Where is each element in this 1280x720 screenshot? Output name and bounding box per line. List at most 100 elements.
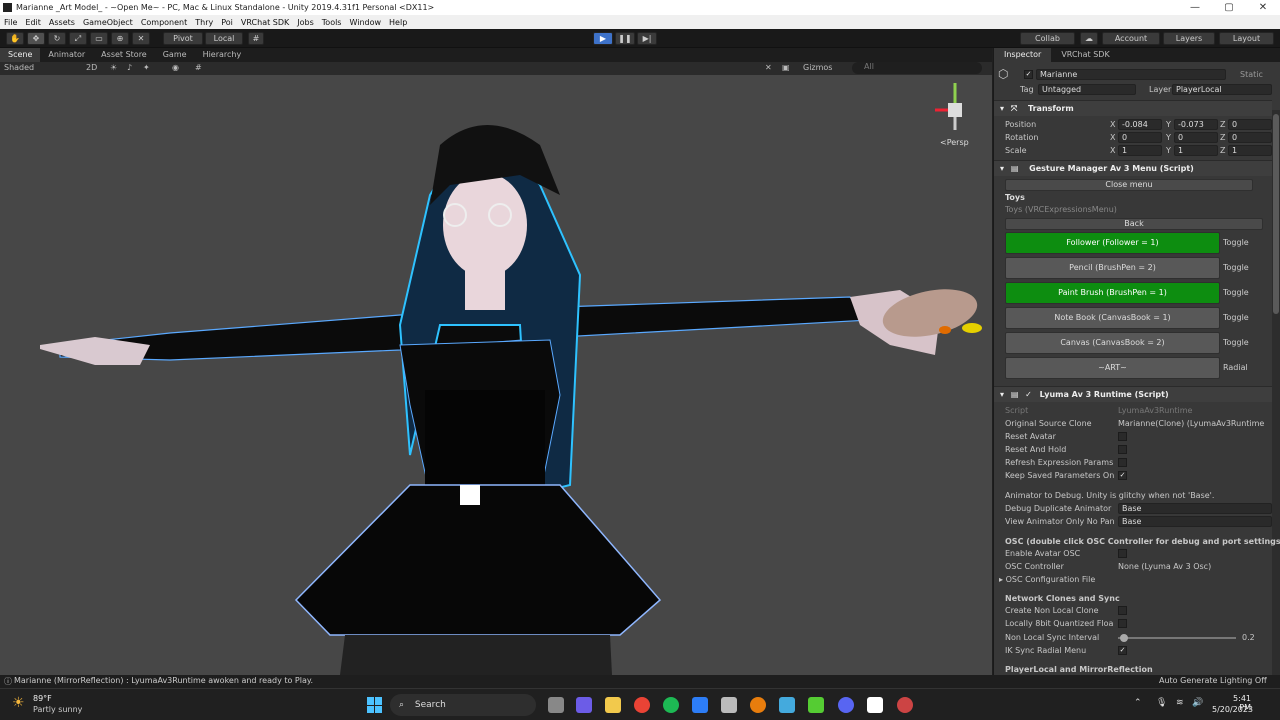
layer-dropdown[interactable]: PlayerLocal — [1172, 84, 1272, 95]
tab-game[interactable]: Game — [155, 48, 195, 62]
task-view-icon[interactable] — [548, 697, 564, 713]
tab-vrchat-sdk[interactable]: VRChat SDK — [1051, 48, 1119, 62]
menu-assets[interactable]: Assets — [49, 18, 75, 27]
object-name-field[interactable]: Marianne — [1036, 69, 1226, 80]
shading-mode-dropdown[interactable]: Shaded — [4, 63, 34, 72]
active-checkbox[interactable]: ✓ — [1024, 70, 1033, 79]
grid-snap-icon[interactable]: # — [248, 32, 264, 45]
rotate-tool-icon[interactable]: ↻ — [48, 32, 66, 45]
view-animator-dropdown[interactable]: Base — [1118, 516, 1272, 527]
pivot-toggle[interactable]: Pivot — [163, 32, 203, 45]
account-dropdown[interactable]: Account — [1102, 32, 1160, 45]
obs-icon[interactable] — [897, 697, 913, 713]
rotation-y-field[interactable]: 0 — [1174, 132, 1218, 143]
menu-jobs[interactable]: Jobs — [297, 18, 314, 27]
play-button[interactable]: ▶ — [593, 32, 613, 45]
osc-controller-field[interactable]: None (Lyuma Av 3 Osc) — [1118, 560, 1211, 573]
discord-icon[interactable] — [838, 697, 854, 713]
scale-x-field[interactable]: 1 — [1118, 145, 1162, 156]
mode-2d-toggle[interactable]: 2D — [86, 63, 97, 72]
tab-scene[interactable]: Scene — [0, 48, 41, 62]
audio-icon[interactable]: ♪ — [127, 63, 132, 72]
menu-vrchat-sdk[interactable]: VRChat SDK — [241, 18, 289, 27]
close-window-button[interactable]: ✕ — [1246, 0, 1280, 15]
pause-button[interactable]: ❚❚ — [615, 32, 635, 45]
perspective-label[interactable]: <Persp — [940, 138, 969, 147]
close-menu-button[interactable]: Close menu — [1005, 179, 1253, 191]
effects-icon[interactable]: ✦ — [143, 63, 150, 72]
scale-y-field[interactable]: 1 — [1174, 145, 1218, 156]
tools-icon[interactable]: ✕ — [765, 63, 772, 72]
tray-chevron-icon[interactable]: ⌃ — [1134, 698, 1142, 708]
console-message[interactable]: Marianne (MirrorReflection) : LyumaAv3Ru… — [14, 676, 313, 685]
menu-gameobject[interactable]: GameObject — [83, 18, 133, 27]
gesture-menu-item[interactable]: ~ART~ — [1005, 357, 1220, 379]
tag-dropdown[interactable]: Untagged — [1038, 84, 1136, 95]
collab-button[interactable]: Collab — [1020, 32, 1075, 45]
slider-thumb[interactable] — [1120, 634, 1128, 642]
refresh-params-checkbox[interactable] — [1118, 458, 1127, 467]
windows-start-icon[interactable] — [367, 697, 383, 713]
volume-icon[interactable]: 🔊 — [1192, 698, 1203, 708]
hand-tool-icon[interactable]: ✋ — [6, 32, 24, 45]
component-enabled-checkbox[interactable]: ✓ — [1025, 390, 1032, 399]
rect-tool-icon[interactable]: ▭ — [90, 32, 108, 45]
step-button[interactable]: ▶| — [637, 32, 657, 45]
clock-date[interactable]: 5/20/2023 — [1212, 705, 1253, 714]
camera-icon[interactable]: ▣ — [782, 63, 790, 72]
teams-icon[interactable] — [576, 697, 592, 713]
sync-interval-value[interactable]: 0.2 — [1242, 631, 1255, 644]
gizmos-dropdown[interactable]: Gizmos — [803, 63, 832, 72]
position-x-field[interactable]: -0.084 — [1118, 119, 1162, 130]
gesture-menu-item[interactable]: Canvas (CanvasBook = 2) — [1005, 332, 1220, 354]
rotation-x-field[interactable]: 0 — [1118, 132, 1162, 143]
gesture-manager-header[interactable]: ▾ ▤ Gesture Manager Av 3 Menu (Script) — [994, 160, 1272, 176]
gesture-menu-item[interactable]: Note Book (CanvasBook = 1) — [1005, 307, 1220, 329]
back-button[interactable]: Back — [1005, 218, 1263, 230]
menu-asset-field[interactable]: Toys (VRCExpressionsMenu) — [1005, 205, 1263, 216]
microphone-icon[interactable]: 🎙 — [1156, 698, 1167, 708]
original-source-field[interactable]: Marianne(Clone) (LyumaAv3Runtime — [1118, 417, 1264, 430]
local-8bit-checkbox[interactable] — [1118, 619, 1127, 628]
sync-interval-slider[interactable] — [1118, 634, 1236, 642]
scrollbar-thumb[interactable] — [1273, 114, 1279, 314]
unity-editor-icon[interactable] — [867, 697, 883, 713]
local-toggle[interactable]: Local — [205, 32, 243, 45]
tab-hierarchy[interactable]: Hierarchy — [195, 48, 250, 62]
maximize-button[interactable]: ▢ — [1212, 0, 1246, 15]
scene-search-input[interactable]: All — [852, 62, 982, 74]
menu-edit[interactable]: Edit — [25, 18, 41, 27]
gesture-menu-item[interactable]: Follower (Follower = 1) — [1005, 232, 1220, 254]
menu-file[interactable]: File — [4, 18, 17, 27]
menu-component[interactable]: Component — [141, 18, 187, 27]
weather-icon[interactable]: ☀ — [12, 695, 25, 711]
inspector-scrollbar[interactable] — [1272, 110, 1280, 675]
enable-osc-checkbox[interactable] — [1118, 549, 1127, 558]
menu-tools[interactable]: Tools — [322, 18, 342, 27]
minecraft-icon[interactable] — [808, 697, 824, 713]
layout-dropdown[interactable]: Layout — [1219, 32, 1274, 45]
osc-config-foldout[interactable]: ▸ OSC Configuration File — [999, 573, 1095, 586]
create-clone-checkbox[interactable] — [1118, 606, 1127, 615]
menu-poi[interactable]: Poi — [221, 18, 233, 27]
menu-window[interactable]: Window — [349, 18, 381, 27]
transform-tool-icon[interactable]: ⊕ — [111, 32, 129, 45]
app-icon[interactable] — [692, 697, 708, 713]
reset-hold-checkbox[interactable] — [1118, 445, 1127, 454]
wifi-icon[interactable]: ≋ — [1176, 698, 1184, 708]
move-tool-icon[interactable]: ✥ — [27, 32, 45, 45]
menu-thry[interactable]: Thry — [195, 18, 213, 27]
tab-animator[interactable]: Animator — [40, 48, 93, 62]
position-z-field[interactable]: 0 — [1228, 119, 1272, 130]
cloud-icon[interactable]: ☁ — [1080, 32, 1098, 45]
gesture-menu-item[interactable]: Pencil (BrushPen = 2) — [1005, 257, 1220, 279]
weather-desc[interactable]: Partly sunny — [33, 705, 82, 714]
gesture-menu-item[interactable]: Paint Brush (BrushPen = 1) — [1005, 282, 1220, 304]
ik-sync-checkbox[interactable]: ✓ — [1118, 646, 1127, 655]
lighting-icon[interactable]: ☀ — [110, 63, 117, 72]
blender-icon[interactable] — [750, 697, 766, 713]
spotify-icon[interactable] — [663, 697, 679, 713]
transform-header[interactable]: ▾ ⤧ Transform — [994, 100, 1272, 116]
scene-viewport[interactable]: <Persp — [0, 75, 992, 675]
keep-saved-checkbox[interactable]: ✓ — [1118, 471, 1127, 480]
